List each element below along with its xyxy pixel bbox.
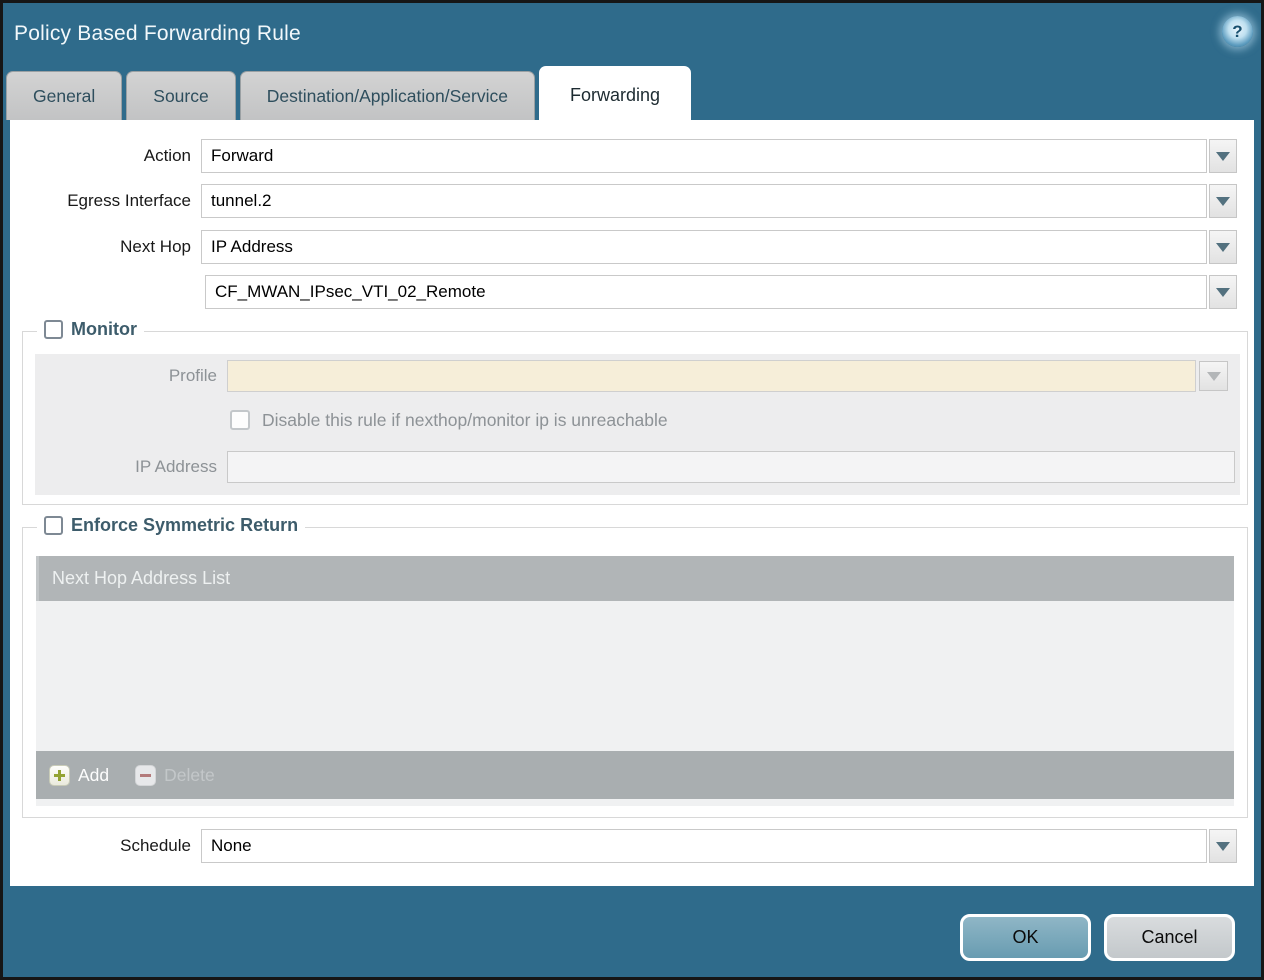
tab-source-label: Source [153,86,208,107]
action-label: Action [10,139,191,173]
tab-destination-label: Destination/Application/Service [267,86,508,107]
tab-forwarding-label: Forwarding [570,85,660,106]
chevron-down-icon [1216,197,1230,206]
schedule-value[interactable]: None [201,829,1207,863]
table-toolbar: Add Delete [36,751,1234,799]
profile-select [227,360,1196,392]
next-hop-address-select[interactable]: CF_MWAN_IPsec_VTI_02_Remote [205,275,1237,309]
monitor-legend: Monitor [37,319,144,340]
egress-interface-select[interactable]: tunnel.2 [201,184,1237,218]
next-hop-row: Next Hop IP Address [10,230,1254,264]
dialog-titlebar: Policy Based Forwarding Rule [3,3,1261,65]
minus-icon [135,765,156,786]
next-hop-value[interactable]: IP Address [201,230,1207,264]
tab-bar: General Source Destination/Application/S… [6,70,691,120]
action-row: Action Forward [10,139,1254,173]
help-glyph: ? [1232,22,1242,42]
delete-button-label: Delete [164,765,215,786]
disable-rule-checkbox [230,410,250,430]
chevron-down-icon [1216,243,1230,252]
table-body[interactable] [36,601,1234,751]
enforce-symmetric-return-legend-label: Enforce Symmetric Return [71,515,298,536]
next-hop-address-dropdown-button[interactable] [1209,275,1237,309]
monitor-ip-address-input [227,451,1235,483]
next-hop-address-list-table: Next Hop Address List Add Delete [36,556,1234,806]
table-header-label: Next Hop Address List [52,568,230,589]
next-hop-dropdown-button[interactable] [1209,230,1237,264]
dialog-title: Policy Based Forwarding Rule [14,22,301,46]
profile-label: Profile [35,360,217,392]
action-value[interactable]: Forward [201,139,1207,173]
tab-general[interactable]: General [6,71,122,120]
monitor-section: Monitor Profile Disable this rule if nex… [22,331,1248,505]
tab-source[interactable]: Source [126,71,235,120]
table-header: Next Hop Address List [36,556,1234,601]
plus-icon [49,765,70,786]
action-dropdown-button[interactable] [1209,139,1237,173]
enforce-symmetric-return-section: Enforce Symmetric Return Next Hop Addres… [22,527,1248,818]
egress-interface-dropdown-button[interactable] [1209,184,1237,218]
cancel-button-label: Cancel [1141,927,1197,948]
next-hop-label: Next Hop [10,230,191,264]
cancel-button[interactable]: Cancel [1104,914,1235,961]
chevron-down-icon [1216,152,1230,161]
tab-destination-application-service[interactable]: Destination/Application/Service [240,71,535,120]
next-hop-address-row: CF_MWAN_IPsec_VTI_02_Remote [10,275,1254,309]
monitor-legend-label: Monitor [71,319,137,340]
delete-button: Delete [135,765,215,786]
schedule-dropdown-button[interactable] [1209,829,1237,863]
monitor-ip-address-label: IP Address [35,451,217,483]
schedule-select[interactable]: None [201,829,1237,863]
chevron-down-icon [1216,288,1230,297]
enforce-symmetric-return-legend: Enforce Symmetric Return [37,515,305,536]
monitor-checkbox[interactable] [44,320,63,339]
ok-button-label: OK [1012,927,1038,948]
tab-general-label: General [33,86,95,107]
monitor-panel: Profile Disable this rule if nexthop/mon… [35,354,1240,495]
disable-rule-label: Disable this rule if nexthop/monitor ip … [262,409,668,431]
add-button-label: Add [78,765,109,786]
tab-content-panel: Action Forward Egress Interface tunnel.2… [10,120,1254,886]
schedule-row: Schedule None [10,829,1254,863]
schedule-label: Schedule [10,829,191,863]
ok-button[interactable]: OK [960,914,1091,961]
chevron-down-icon [1207,372,1221,381]
enforce-symmetric-return-checkbox[interactable] [44,516,63,535]
chevron-down-icon [1216,842,1230,851]
egress-interface-row: Egress Interface tunnel.2 [10,184,1254,218]
table-bottom-strip [36,799,1234,806]
egress-interface-value[interactable]: tunnel.2 [201,184,1207,218]
profile-dropdown-button [1199,361,1228,391]
help-icon[interactable]: ? [1222,16,1253,47]
policy-based-forwarding-dialog: Policy Based Forwarding Rule ? Action Fo… [0,0,1264,980]
next-hop-address-value[interactable]: CF_MWAN_IPsec_VTI_02_Remote [205,275,1207,309]
action-select[interactable]: Forward [201,139,1237,173]
tab-forwarding[interactable]: Forwarding [539,66,691,124]
egress-interface-label: Egress Interface [10,184,191,218]
next-hop-select[interactable]: IP Address [201,230,1237,264]
add-button[interactable]: Add [49,765,109,786]
